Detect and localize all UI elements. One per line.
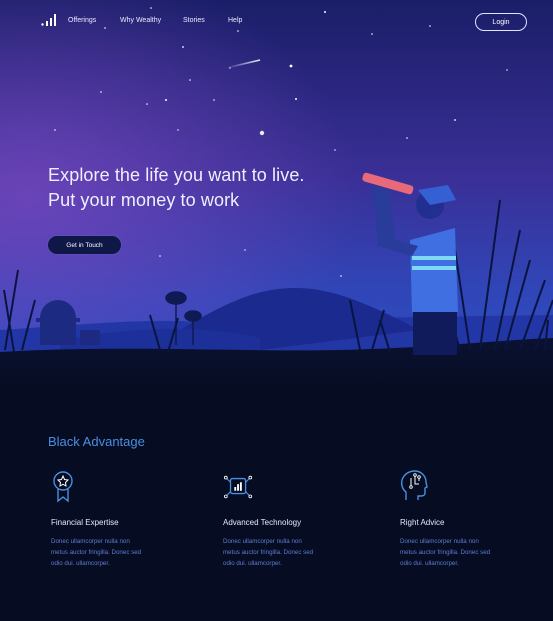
desc-line: Donec ullamcorper nulla non: [400, 538, 479, 545]
headline-line-1: Explore the life you want to live.: [48, 165, 305, 185]
feature-advanced-technology: Advanced Technology Donec ullamcorper nu…: [223, 470, 353, 569]
feature-description: Donec ullamcorper nulla non metus auctor…: [400, 536, 530, 569]
nav-help[interactable]: Help: [228, 17, 242, 24]
get-in-touch-button[interactable]: Get in Touch: [48, 236, 121, 254]
nav-offerings[interactable]: Offerings: [68, 17, 96, 24]
logo-bars-icon[interactable]: [41, 14, 57, 26]
feature-description: Donec ullamcorper nulla non metus auctor…: [51, 536, 181, 569]
chip-chart-icon: [223, 475, 253, 499]
nav-why-wealthy[interactable]: Why Wealthy: [120, 17, 161, 24]
desc-line: metus auctor fringilla. Donec sed: [51, 549, 142, 556]
feature-title: Advanced Technology: [223, 518, 302, 527]
desc-line: metus auctor fringilla. Donec sed: [223, 549, 314, 556]
head-circuit-icon: [400, 470, 428, 500]
feature-title: Right Advice: [400, 518, 445, 527]
desc-line: odio dui. ullamcorper.: [223, 560, 282, 567]
desc-line: Donec ullamcorper nulla non: [51, 538, 130, 545]
hero-headline: Explore the life you want to live. Put y…: [48, 163, 305, 213]
desc-line: metus auctor fringilla. Donec sed: [400, 549, 491, 556]
section-title: Black Advantage: [48, 434, 145, 449]
landing-page: Offerings Why Wealthy Stories Help Login…: [0, 0, 553, 621]
headline-line-2: Put your money to work: [48, 190, 240, 210]
feature-title: Financial Expertise: [51, 518, 119, 527]
desc-line: Donec ullamcorper nulla non: [223, 538, 302, 545]
desc-line: odio dui. ullamcorper.: [400, 560, 459, 567]
top-navigation: Offerings Why Wealthy Stories Help Login: [0, 0, 553, 44]
desc-line: odio dui. ullamcorper.: [51, 560, 110, 567]
feature-financial-expertise: Financial Expertise Donec ullamcorper nu…: [51, 470, 181, 569]
nav-stories[interactable]: Stories: [183, 17, 205, 24]
login-button[interactable]: Login: [475, 13, 527, 31]
feature-right-advice: Right Advice Donec ullamcorper nulla non…: [400, 470, 530, 569]
award-ribbon-icon: [53, 471, 73, 503]
feature-description: Donec ullamcorper nulla non metus auctor…: [223, 536, 353, 569]
